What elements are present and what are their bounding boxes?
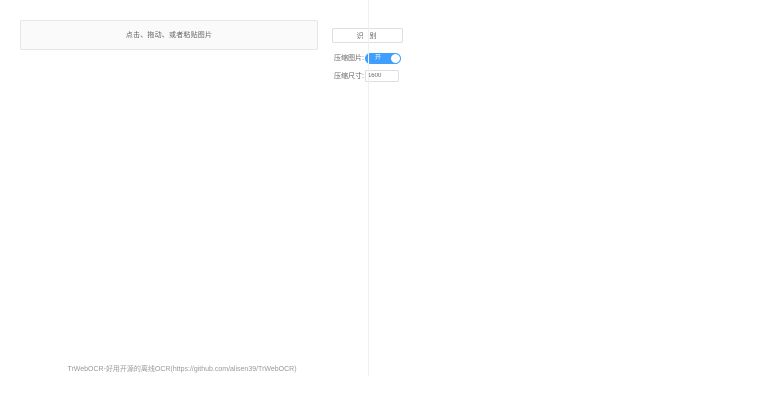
compress-switch-text: 开 [374, 54, 381, 61]
footer-text: TrWebOCR-好用开源的离线OCR [67, 366, 171, 373]
upload-prompt: 点击、拖动、或者粘贴图片 [125, 32, 213, 39]
page: 点击、拖动、或者粘贴图片 识 别 压缩图片: 开 压缩尺寸: TrWebOCR-… [0, 0, 768, 396]
footer-github-link[interactable]: (https://github.com/alisen39/TrWebOCR) [171, 366, 297, 373]
compress-image-switch[interactable]: 开 [364, 52, 401, 64]
compress-image-label: 压缩图片: [334, 55, 364, 62]
compress-size-row: 压缩尺寸: [334, 70, 399, 82]
column-divider [368, 0, 369, 376]
switch-knob [390, 53, 400, 63]
compress-size-label: 压缩尺寸: [334, 73, 364, 80]
image-upload-dropzone[interactable]: 点击、拖动、或者粘贴图片 [20, 20, 318, 50]
compress-size-input[interactable] [364, 70, 399, 82]
footer: TrWebOCR-好用开源的离线OCR(https://github.com/a… [0, 364, 364, 374]
